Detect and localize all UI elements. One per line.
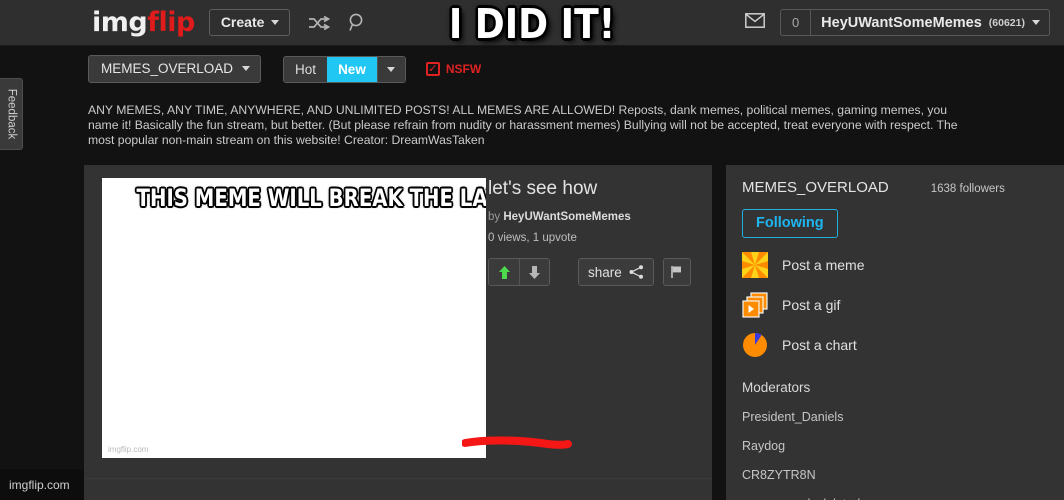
user-menu[interactable]: 0 HeyUWantSomeMemes (60621) [779,9,1050,36]
sidebar-action-label: Post a meme [782,257,865,273]
header-right-group: 0 HeyUWantSomeMemes (60621) [744,9,1050,36]
downvote-arrow-icon [529,265,540,279]
sidebar-action-post-meme[interactable]: Post a meme [742,252,1064,278]
stream-selector[interactable]: MEMES_OVERLOAD [88,55,262,83]
starburst-icon [742,252,768,278]
chevron-down-icon [242,66,251,71]
create-button-label: Create [220,14,265,30]
post-title[interactable]: let's see how [488,178,698,200]
sidebar-action-post-gif[interactable]: Post a gif [742,292,1064,318]
post-author[interactable]: HeyUWantSomeMemes [503,211,630,223]
upvote-button[interactable] [489,259,519,285]
post-metadata: let's see how by HeyUWantSomeMemes 0 vie… [488,178,698,286]
stream-description: ANY MEMES, ANY TIME, ANYWHERE, AND UNLIM… [88,103,958,148]
sort-dropdown-button[interactable] [376,56,405,82]
sidebar-stream-title: MEMES_OVERLOAD [742,179,889,196]
vote-button-group [488,258,550,286]
nsfw-checkbox[interactable]: ✓ [425,62,440,76]
footer-watermark: imgflip.com [9,477,70,492]
moderator-item[interactable]: CR8ZYTR8N [742,468,1064,482]
imgflip-stream-page: imgflip Create 0 HeyUWantSomeMemes (6062… [0,0,1064,500]
stream-selector-label: MEMES_OVERLOAD [101,61,234,76]
pie-chart-icon [743,333,767,357]
footer-watermark-bar: imgflip.com [0,469,84,500]
meme-watermark: imgflip.com [108,445,149,454]
username-text: HeyUWantSomeMemes [821,14,982,31]
moderator-item[interactable]: President_Daniels [742,410,1064,424]
username-label[interactable]: HeyUWantSomeMemes (60621) [811,15,1049,31]
chevron-down-icon [271,19,280,25]
post-by-prefix: by [488,211,501,223]
site-header: imgflip Create 0 HeyUWantSomeMemes (6062… [0,0,1064,46]
gif-stack-icon [742,292,768,318]
stream-toolbar: MEMES_OVERLOAD Hot New ✓ NSFW [0,47,1064,91]
meme-image[interactable]: THIS MEME WILL BREAK THE LAW imgflip.com [102,178,486,458]
mail-icon[interactable] [744,12,765,33]
logo-img-text: img [92,7,148,38]
sort-toggle-group: Hot New [283,55,406,83]
following-button[interactable]: Following [742,209,838,238]
downvote-button[interactable] [519,259,549,285]
post-stats: 0 views, 1 upvote [488,232,577,244]
post-actions: share [488,258,698,286]
sort-option-new[interactable]: New [327,56,377,82]
sidebar-action-label: Post a chart [782,337,857,353]
feedback-tab[interactable]: Feedback [0,78,23,150]
nsfw-label: NSFW [445,62,482,76]
imgflip-logo[interactable]: imgflip [92,7,195,38]
logo-flip-text: flip [147,7,195,38]
meme-top-caption: THIS MEME WILL BREAK THE LAW [136,184,486,212]
user-points: (60621) [988,16,1025,29]
share-icon [629,265,643,279]
sort-option-hot[interactable]: Hot [284,56,328,82]
stream-sidebar: MEMES_OVERLOAD 1638 followers Following … [726,165,1064,500]
sidebar-header: MEMES_OVERLOAD 1638 followers [742,179,1064,196]
moderator-item[interactable]: Raydog [742,439,1064,453]
flag-button[interactable] [662,258,691,286]
search-icon[interactable] [348,13,366,32]
sidebar-action-label: Post a gif [782,297,841,313]
red-annotation-line [462,436,572,449]
share-button-label: share [588,264,622,280]
panel-divider [84,478,712,479]
create-button[interactable]: Create [208,9,291,36]
sidebar-follower-count: 1638 followers [930,183,1005,195]
moderators-heading: Moderators [742,380,811,395]
upvote-arrow-icon [498,265,510,279]
sidebar-action-post-chart[interactable]: Post a chart [742,332,1064,358]
message-count: 0 [781,10,812,35]
nsfw-toggle[interactable]: ✓ NSFW [425,62,482,76]
feedback-tab-label: Feedback [5,88,18,140]
shuffle-icon[interactable] [308,15,331,30]
flag-icon [671,266,682,278]
share-button[interactable]: share [578,258,654,286]
post-author-line: by HeyUWantSomeMemes [488,211,698,223]
main-content-panel: THIS MEME WILL BREAK THE LAW imgflip.com… [84,165,712,500]
chevron-down-icon [387,66,396,72]
chevron-down-icon [1032,20,1040,25]
